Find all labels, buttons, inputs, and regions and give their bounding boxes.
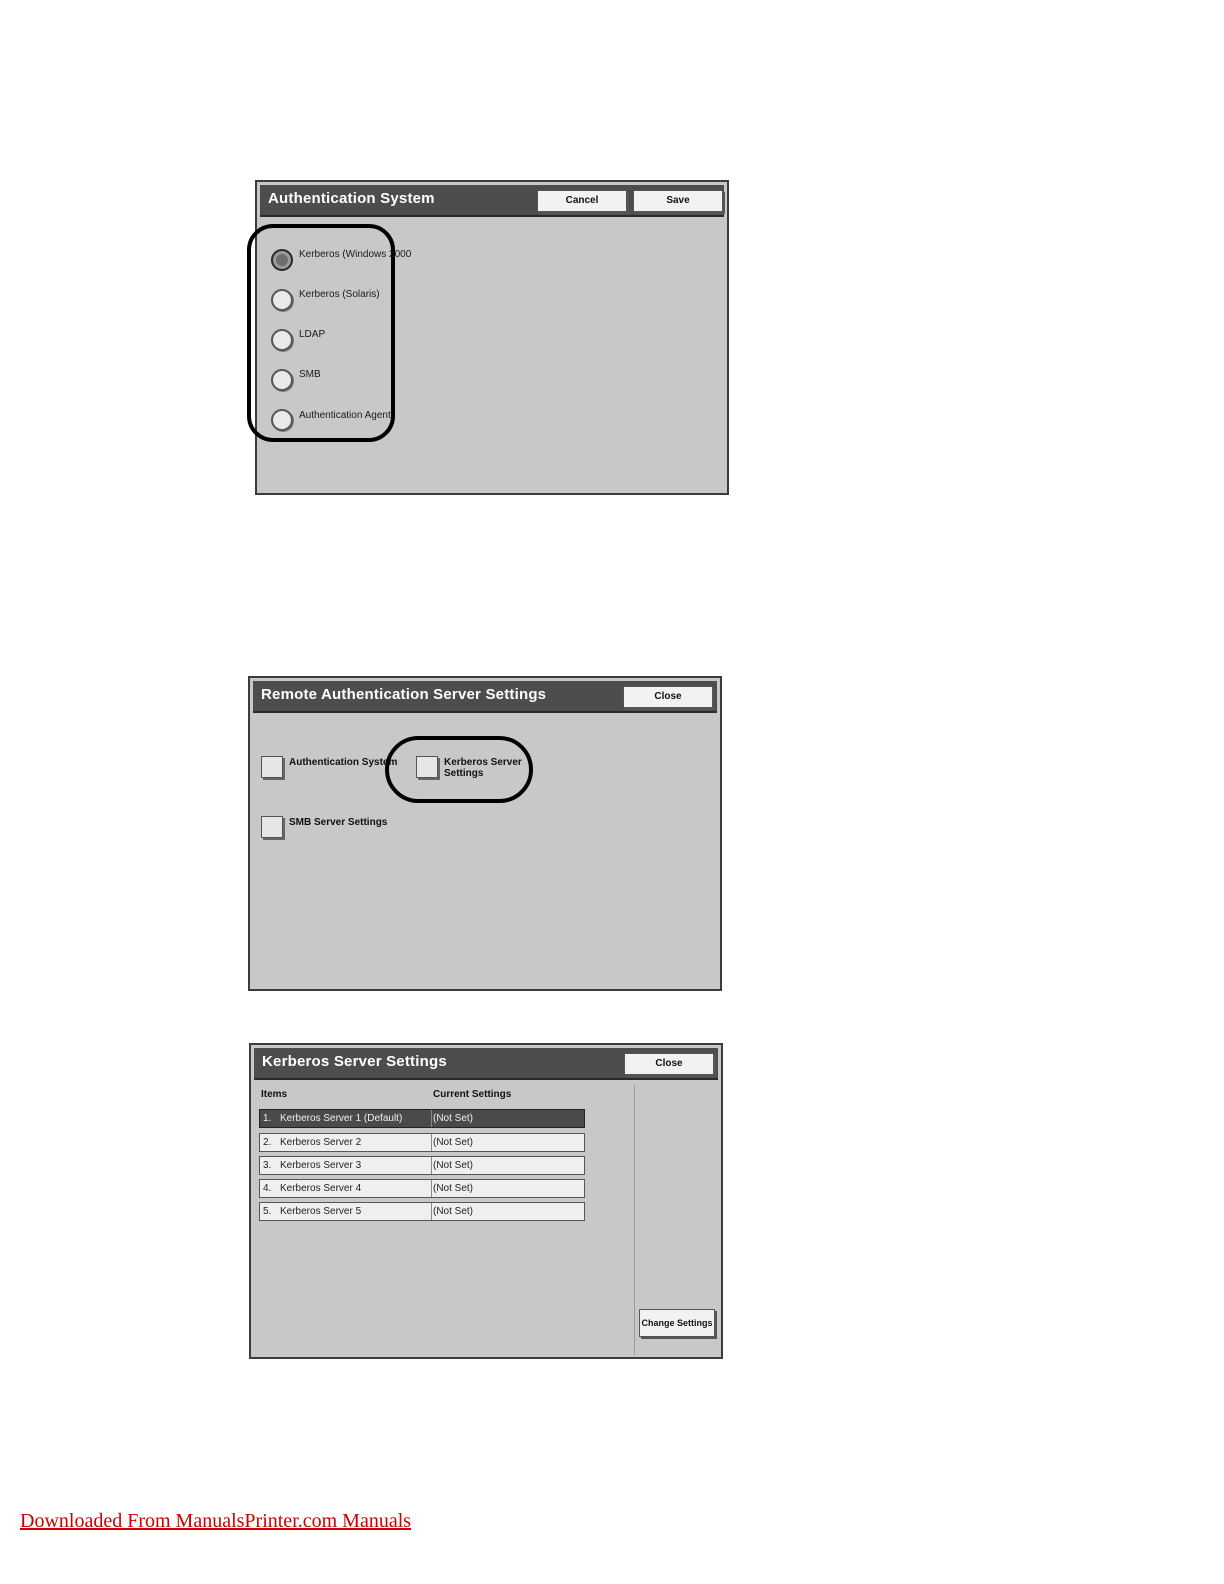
table-row[interactable]: 4. Kerberos Server 4 (Not Set) bbox=[259, 1179, 585, 1198]
row-number: 1. bbox=[263, 1113, 272, 1124]
radio-label: LDAP bbox=[299, 329, 326, 340]
column-divider bbox=[431, 1110, 432, 1127]
row-number: 2. bbox=[263, 1137, 272, 1148]
row-item: Kerberos Server 1 (Default) bbox=[280, 1113, 403, 1124]
panel-title: Remote Authentication Server Settings bbox=[261, 686, 547, 703]
save-button[interactable]: Save bbox=[633, 190, 723, 212]
table-row[interactable]: 2. Kerberos Server 2 (Not Set) bbox=[259, 1133, 585, 1152]
kerberos-server-settings-button[interactable] bbox=[416, 756, 438, 778]
radio-label: SMB bbox=[299, 369, 321, 380]
row-number: 4. bbox=[263, 1183, 272, 1194]
radio-label: Kerberos (Windows 2000 bbox=[299, 249, 412, 260]
row-value: (Not Set) bbox=[433, 1113, 474, 1124]
close-button[interactable]: Close bbox=[624, 1053, 714, 1075]
panel-title: Authentication System bbox=[268, 190, 435, 207]
row-value: (Not Set) bbox=[433, 1137, 474, 1148]
radio-ldap[interactable] bbox=[271, 329, 293, 351]
radio-kerberos-windows[interactable] bbox=[271, 249, 293, 271]
change-settings-button[interactable]: Change Settings bbox=[639, 1309, 715, 1337]
column-divider bbox=[431, 1203, 432, 1220]
row-item: Kerberos Server 4 bbox=[280, 1183, 362, 1194]
smb-server-settings-button[interactable] bbox=[261, 816, 283, 838]
close-button[interactable]: Close bbox=[623, 686, 713, 708]
button-label: SMB Server Settings bbox=[289, 817, 388, 828]
button-label-line1: Kerberos Server bbox=[444, 757, 522, 768]
footer-download-link[interactable]: Downloaded From ManualsPrinter.com Manua… bbox=[20, 1510, 411, 1533]
row-item: Kerberos Server 3 bbox=[280, 1160, 362, 1171]
table-row[interactable]: 1. Kerberos Server 1 (Default) (Not Set) bbox=[259, 1109, 585, 1128]
column-header-current-settings: Current Settings bbox=[433, 1089, 512, 1100]
radio-label: Authentication Agent bbox=[299, 410, 391, 421]
radio-authentication-agent[interactable] bbox=[271, 409, 293, 431]
panel-title: Kerberos Server Settings bbox=[262, 1053, 447, 1070]
column-header-items: Items bbox=[261, 1089, 288, 1100]
table-row[interactable]: 5. Kerberos Server 5 (Not Set) bbox=[259, 1202, 585, 1221]
row-value: (Not Set) bbox=[433, 1206, 474, 1217]
column-divider bbox=[431, 1157, 432, 1174]
radio-kerberos-solaris[interactable] bbox=[271, 289, 293, 311]
title-bar: Authentication System Cancel Save bbox=[260, 185, 724, 217]
column-divider bbox=[431, 1134, 432, 1151]
authentication-system-panel: Authentication System Cancel Save Kerber… bbox=[247, 180, 729, 495]
row-item: Kerberos Server 5 bbox=[280, 1206, 362, 1217]
row-item: Kerberos Server 2 bbox=[280, 1137, 362, 1148]
table-row[interactable]: 3. Kerberos Server 3 (Not Set) bbox=[259, 1156, 585, 1175]
kerberos-server-settings-panel: Kerberos Server Settings Close Items Cur… bbox=[249, 1043, 723, 1359]
button-label-line2: Settings bbox=[444, 768, 484, 779]
column-divider bbox=[431, 1180, 432, 1197]
remote-authentication-panel: Remote Authentication Server Settings Cl… bbox=[248, 676, 722, 991]
title-bar: Remote Authentication Server Settings Cl… bbox=[253, 681, 717, 713]
cancel-button[interactable]: Cancel bbox=[537, 190, 627, 212]
button-label: Authentication System bbox=[289, 757, 398, 768]
side-divider bbox=[634, 1085, 635, 1355]
title-bar: Kerberos Server Settings Close bbox=[254, 1048, 718, 1080]
radio-smb[interactable] bbox=[271, 369, 293, 391]
authentication-system-button[interactable] bbox=[261, 756, 283, 778]
row-number: 3. bbox=[263, 1160, 272, 1171]
button-label: Kerberos Server Settings bbox=[444, 757, 522, 779]
row-number: 5. bbox=[263, 1206, 272, 1217]
row-value: (Not Set) bbox=[433, 1160, 474, 1171]
row-value: (Not Set) bbox=[433, 1183, 474, 1194]
radio-label: Kerberos (Solaris) bbox=[299, 289, 380, 300]
